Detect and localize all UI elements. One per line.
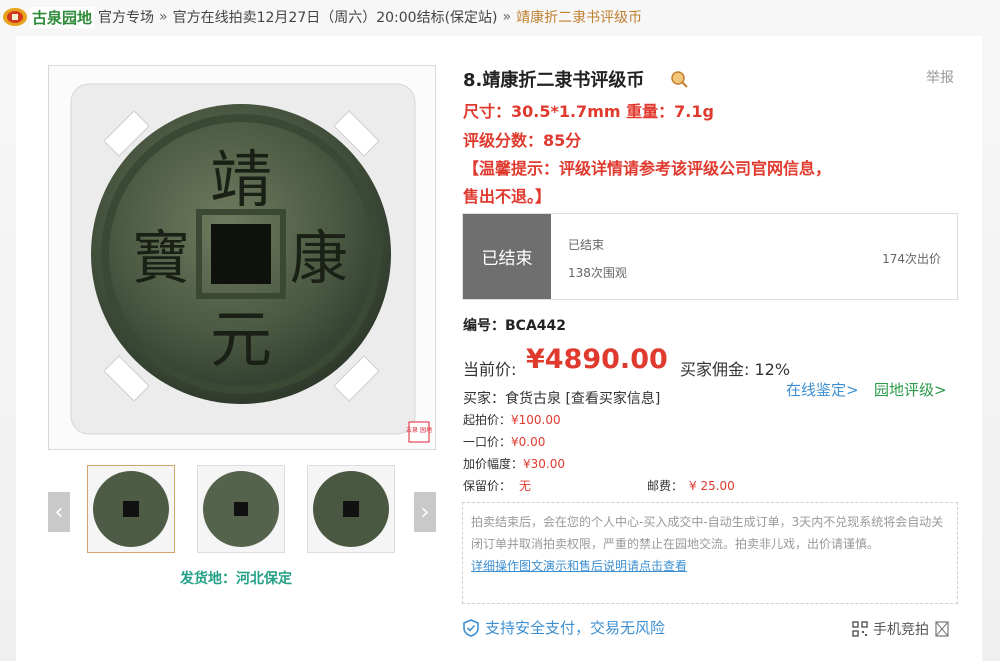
coin-char-right: 康 [290, 224, 348, 292]
breadcrumb-separator: » [159, 9, 168, 25]
expand-icon [935, 621, 949, 637]
buy-now-price: 一口价：¥0.00 [463, 435, 546, 449]
coin-char-bottom: 元 [210, 303, 272, 376]
grade-score-line: 评级分数：85分 [463, 131, 582, 150]
buyer-info[interactable]: 买家：食货古泉 [查看买家信息] [463, 388, 660, 408]
size-weight-line: 尺寸：30.5*1.7mm 重量：7.1g [463, 102, 714, 121]
main-coin-photo[interactable]: 靖 康 元 寶 古泉 园地 [48, 65, 436, 450]
auction-notice: 拍卖结束后，会在您的个人中心-买入成交中-自动生成订单，3天内不兑现系统将会自动… [462, 502, 958, 604]
breadcrumb-official[interactable]: 官方专场 [98, 7, 154, 27]
notice-text: 拍卖结束后，会在您的个人中心-买入成交中-自动生成订单，3天内不兑现系统将会自动… [471, 515, 944, 551]
breadcrumb-current: 靖康折二隶书评级币 [516, 10, 643, 26]
notice-help-link[interactable]: 详细操作图文演示和售后说明请点击查看 [471, 555, 949, 577]
current-price: ¥4890.00 [526, 344, 668, 375]
ship-from: 发货地：河北保定 [180, 571, 292, 587]
photo-stamp: 古泉 园地 [406, 426, 432, 434]
auction-status-box: 已结束 已结束 138次围观 174次出价 [462, 213, 958, 300]
report-link[interactable]: 举报 [926, 67, 954, 87]
coin-char-left: 寶 [132, 224, 190, 292]
status-badge: 已结束 [463, 214, 551, 299]
bid-increment: 加价幅度：¥30.00 [463, 457, 566, 471]
logo-icon [3, 8, 27, 26]
status-sub-text: 已结束 [568, 238, 605, 252]
bid-count: 174次出价 [882, 252, 941, 266]
mobile-bid-button[interactable]: 手机竞拍 [852, 619, 949, 639]
thumbnail-3[interactable] [307, 465, 395, 553]
breadcrumb-auction[interactable]: 官方在线拍卖12月27日（周六）20:00结标(保定站) [173, 7, 498, 27]
secure-payment: 支持安全支付，交易无风险 [462, 617, 665, 638]
current-price-label: 当前价: [463, 360, 517, 379]
view-count: 138次围观 [568, 266, 627, 280]
chevron-left-icon: ‹ [54, 499, 64, 525]
coin-image: 靖 康 元 寶 古泉 园地 [49, 66, 435, 449]
thumbnail-2[interactable] [197, 465, 285, 553]
start-price: 起拍价：¥100.00 [463, 413, 561, 427]
shipping-fee: 邮费： ¥ 25.00 [647, 479, 735, 493]
item-title: 8.靖康折二隶书评级币 [463, 70, 645, 91]
breadcrumb: 古泉园地 官方专场 » 官方在线拍卖12月27日（周六）20:00结标(保定站)… [0, 0, 1000, 34]
item-code: 编号：BCA442 [463, 318, 567, 334]
chevron-right-icon: › [420, 499, 430, 525]
thumbnail-1[interactable] [87, 465, 175, 553]
breadcrumb-separator: » [502, 9, 512, 25]
shield-icon [463, 618, 479, 637]
warm-tip-line: 【温馨提示：评级详情请参考该评级公司官网信息，售出不退。】 [463, 159, 832, 206]
online-appraisal-link[interactable]: 在线鉴定> [786, 379, 859, 400]
thumb-next-button[interactable]: › [414, 492, 436, 532]
yuandi-grading-link[interactable]: 园地评级> [874, 379, 947, 400]
appraisal-search-icon[interactable] [670, 70, 688, 88]
buyer-commission: 买家佣金: 12% [680, 360, 791, 379]
qr-code-icon [852, 621, 868, 637]
reserve-price: 保留价：无 [463, 479, 532, 493]
coin-char-top: 靖 [210, 143, 272, 216]
site-logo[interactable]: 古泉园地 [2, 6, 95, 28]
thumb-prev-button[interactable]: ‹ [48, 492, 70, 532]
logo-text: 古泉园地 [30, 6, 95, 28]
